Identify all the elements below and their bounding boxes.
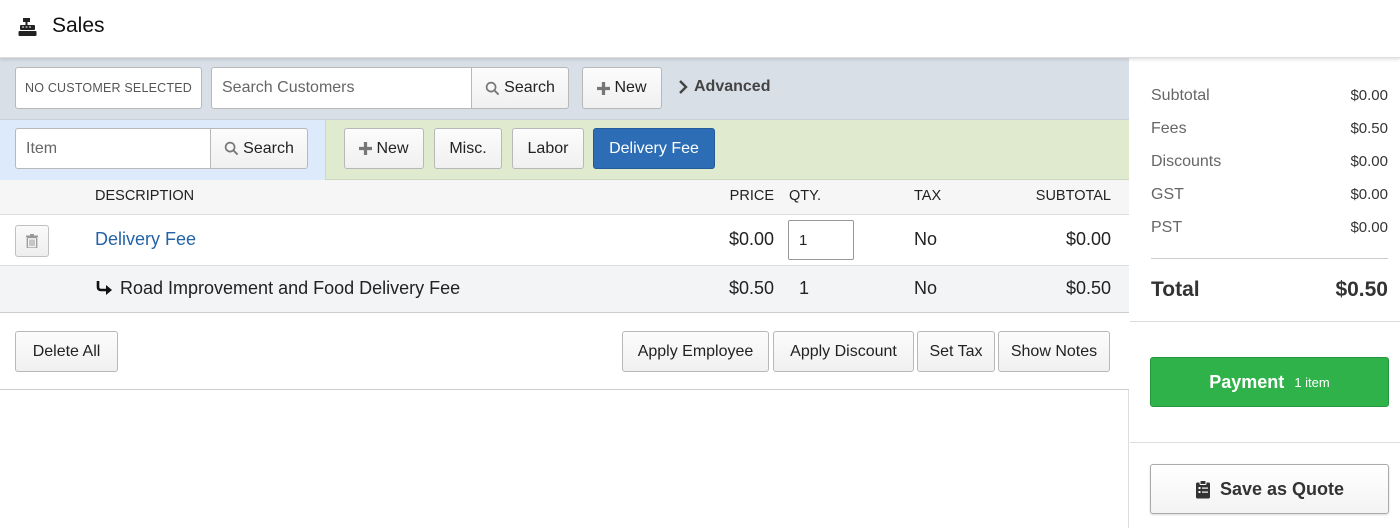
table-header: DESCRIPTION PRICE QTY. TAX SUBTOTAL (0, 180, 1129, 215)
summary-value: $0.00 (1350, 186, 1388, 203)
clipboard-icon (1195, 479, 1210, 498)
search-icon (224, 141, 239, 156)
row-price: $0.00 (728, 229, 774, 249)
item-search-input[interactable]: Item (15, 128, 212, 169)
advanced-toggle[interactable]: Advanced (678, 78, 770, 96)
labor-button[interactable]: Labor (512, 128, 584, 169)
col-qty: QTY. (789, 188, 821, 204)
row-tax: No (914, 278, 938, 298)
show-notes-button[interactable]: Show Notes (998, 331, 1110, 372)
payment-count: 1 item (1294, 374, 1330, 390)
summary-value: $0.00 (1350, 87, 1388, 104)
col-description: DESCRIPTION (95, 188, 195, 204)
new-customer-button[interactable]: New (582, 67, 662, 109)
subitem-arrow-icon (96, 281, 112, 295)
plus-icon (597, 81, 611, 95)
panel-divider (1130, 442, 1400, 443)
new-item-button[interactable]: New (344, 128, 424, 169)
advanced-label: Advanced (694, 78, 771, 95)
summary-value: $0.00 (1350, 219, 1388, 236)
table-row: Road Improvement and Food Delivery Fee $… (0, 266, 1129, 313)
row-qty: 1 (799, 278, 810, 298)
summary-label: Fees (1151, 120, 1187, 137)
trash-icon (26, 234, 38, 248)
panel-divider (1130, 321, 1400, 322)
customer-search-input[interactable]: Search Customers (211, 67, 472, 109)
customer-bar: NO CUSTOMER SELECTED Search Customers Se… (0, 58, 1129, 120)
payment-label: Payment (1209, 371, 1285, 392)
customer-search-label: Search (504, 79, 555, 96)
summary-label: Subtotal (1151, 87, 1210, 104)
row-description-link[interactable]: Delivery Fee (95, 229, 196, 250)
chevron-right-icon (679, 80, 688, 94)
payment-button[interactable]: Payment 1 item (1150, 357, 1389, 407)
set-tax-button[interactable]: Set Tax (917, 331, 995, 372)
summary-value: $0.00 (1350, 153, 1388, 170)
summary-divider (1151, 258, 1388, 259)
item-bar: Item Search New Misc. Labor Delivery Fee (0, 120, 1129, 180)
sale-summary-panel: Subtotal $0.00 Fees $0.50 Discounts $0.0… (1130, 58, 1400, 528)
summary-subtotal: Subtotal $0.00 (1151, 87, 1388, 105)
col-subtotal: SUBTOTAL (1035, 188, 1111, 204)
qty-input[interactable]: 1 (788, 220, 854, 260)
apply-employee-button[interactable]: Apply Employee (622, 331, 769, 372)
item-search-button[interactable]: Search (210, 128, 308, 169)
row-description: Road Improvement and Food Delivery Fee (120, 278, 461, 298)
apply-discount-button[interactable]: Apply Discount (773, 331, 914, 372)
row-tax: No (914, 229, 938, 249)
misc-button[interactable]: Misc. (434, 128, 502, 169)
page-title: Sales (52, 14, 105, 37)
new-customer-label: New (614, 79, 647, 96)
save-as-quote-button[interactable]: Save as Quote (1150, 464, 1389, 514)
summary-label: PST (1151, 219, 1183, 236)
cash-register-icon (18, 18, 37, 36)
summary-discounts: Discounts $0.00 (1151, 153, 1388, 171)
plus-icon (359, 142, 373, 155)
top-bar: Sales (0, 0, 1400, 58)
summary-fees: Fees $0.50 (1151, 120, 1388, 138)
summary-label: GST (1151, 186, 1184, 203)
item-search-area: Item Search (0, 120, 326, 180)
table-row: Delivery Fee $0.00 1 No $0.00 (0, 215, 1129, 266)
row-price: $0.50 (728, 278, 774, 298)
delete-all-button[interactable]: Delete All (15, 331, 118, 372)
summary-gst: GST $0.00 (1151, 186, 1388, 204)
delivery-fee-button[interactable]: Delivery Fee (593, 128, 715, 169)
col-price: PRICE (729, 188, 774, 204)
total-label: Total (1151, 278, 1200, 301)
row-subtotal: $0.00 (1065, 229, 1111, 249)
total-value: $0.50 (1335, 278, 1388, 301)
save-as-quote-label: Save as Quote (1219, 478, 1345, 499)
line-actions: Delete All Apply Employee Apply Discount… (0, 313, 1129, 390)
row-subtotal: $0.50 (1065, 278, 1111, 298)
summary-label: Discounts (1151, 153, 1222, 170)
summary-total: Total $0.50 (1151, 278, 1388, 302)
sale-main-panel: NO CUSTOMER SELECTED Search Customers Se… (0, 58, 1129, 528)
col-tax: TAX (914, 188, 942, 204)
customer-search-button[interactable]: Search (471, 67, 569, 109)
new-item-label: New (376, 139, 409, 157)
summary-pst: PST $0.00 (1151, 219, 1388, 237)
item-search-label: Search (243, 139, 294, 157)
summary-value: $0.50 (1350, 120, 1388, 137)
delete-row-button[interactable] (15, 225, 49, 257)
search-icon (485, 81, 500, 95)
no-customer-label[interactable]: NO CUSTOMER SELECTED (15, 67, 202, 109)
